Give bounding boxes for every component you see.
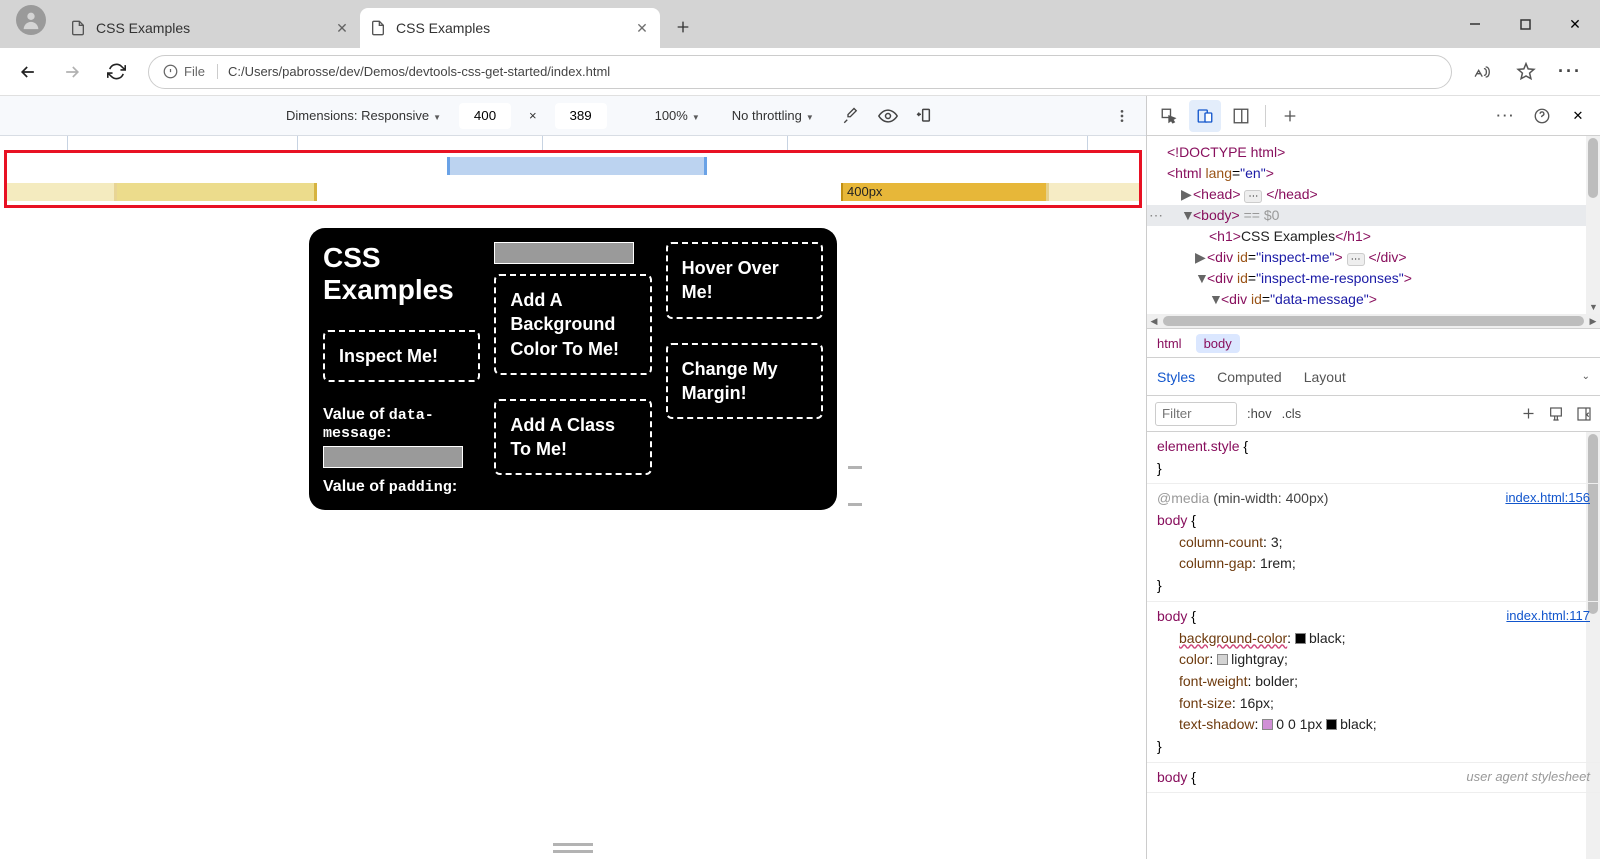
devtools-panel: ··· ✕ ▲▼ <!DOCTYPE html> <html lang="en"…: [1146, 96, 1600, 859]
computed-sidebar-icon[interactable]: [1576, 406, 1592, 422]
throttling-dropdown[interactable]: No throttling: [732, 108, 814, 123]
refresh-button[interactable]: [96, 52, 136, 92]
rule-source-link[interactable]: index.html:156: [1505, 488, 1590, 508]
eyedropper-icon[interactable]: [842, 107, 860, 125]
device-toggle-icon[interactable]: [1189, 100, 1221, 132]
padding-input[interactable]: [494, 242, 634, 264]
devtools-help-icon[interactable]: [1526, 100, 1558, 132]
box-margin[interactable]: Change My Margin!: [666, 343, 823, 420]
devtools-tabbar: ··· ✕: [1147, 96, 1600, 136]
viewport-resize-handle-bottom[interactable]: [553, 843, 593, 853]
styles-subtabs: Styles Computed Layout ⌄: [1147, 358, 1600, 396]
rendered-page: CSS Examples Inspect Me! Value of data-m…: [309, 228, 837, 510]
device-viewport-wrap: CSS Examples Inspect Me! Value of data-m…: [0, 216, 1146, 859]
browser-tab-1[interactable]: CSS Examples ✕: [60, 8, 360, 48]
styles-filter-input[interactable]: [1155, 402, 1237, 426]
close-tab-icon[interactable]: ✕: [634, 20, 650, 36]
omnibox[interactable]: File C:/Users/pabrosse/dev/Demos/devtool…: [148, 55, 1452, 89]
close-window-button[interactable]: ✕: [1550, 0, 1600, 48]
device-toolbar-menu-icon[interactable]: [1114, 108, 1130, 124]
box-add-class[interactable]: Add A Class To Me!: [494, 399, 651, 476]
dimensions-dropdown[interactable]: Dimensions: Responsive: [286, 108, 441, 123]
styles-overflow-icon[interactable]: ⌄: [1582, 371, 1590, 382]
settings-menu-icon[interactable]: ···: [1552, 54, 1588, 90]
rotate-icon[interactable]: [916, 106, 936, 126]
dom-vertical-scrollbar[interactable]: ▲▼: [1586, 136, 1600, 314]
tab-title: CSS Examples: [96, 20, 190, 36]
devtools-close-icon[interactable]: ✕: [1562, 100, 1594, 132]
elements-dom-tree[interactable]: ▲▼ <!DOCTYPE html> <html lang="en"> ▶<he…: [1147, 136, 1600, 314]
maximize-button[interactable]: [1500, 0, 1550, 48]
new-style-rule-icon[interactable]: [1521, 406, 1536, 421]
rule-source-ua: user agent stylesheet: [1466, 767, 1590, 787]
close-tab-icon[interactable]: ✕: [334, 20, 350, 36]
box-bg-color[interactable]: Add A Background Color To Me!: [494, 274, 651, 375]
devtools-more-icon[interactable]: ···: [1490, 100, 1522, 132]
new-tab-button[interactable]: [666, 10, 700, 44]
device-toolbar: Dimensions: Responsive × 100% No throttl…: [0, 96, 1146, 136]
rule-source-link[interactable]: index.html:117: [1506, 606, 1590, 626]
cls-toggle[interactable]: .cls: [1282, 406, 1302, 421]
box-hover[interactable]: Hover Over Me!: [666, 242, 823, 319]
panel-layout-icon[interactable]: [1225, 100, 1257, 132]
dom-breadcrumbs[interactable]: html body: [1147, 328, 1600, 358]
window-controls: ✕: [1450, 0, 1600, 48]
rule-body-media[interactable]: index.html:156 @media (min-width: 400px)…: [1147, 484, 1600, 601]
favorites-icon[interactable]: [1508, 54, 1544, 90]
crumb-html[interactable]: html: [1157, 336, 1182, 351]
viewport-ruler-ticks: [7, 136, 1139, 150]
address-bar: File C:/Users/pabrosse/dev/Demos/devtool…: [0, 48, 1600, 96]
data-message-input[interactable]: [323, 446, 463, 468]
url-text: C:/Users/pabrosse/dev/Demos/devtools-css…: [228, 64, 610, 79]
dom-horizontal-scrollbar[interactable]: ◀▶: [1147, 314, 1600, 328]
mq-row-maxwidth[interactable]: [7, 153, 1139, 179]
mq-row-minwidth[interactable]: 400px: [7, 179, 1139, 205]
page-title: CSS Examples: [323, 242, 480, 306]
tab-title: CSS Examples: [396, 20, 490, 36]
crumb-body[interactable]: body: [1196, 334, 1240, 353]
mq-breakpoint-label: 400px: [847, 183, 882, 201]
styles-toolbar: :hov .cls: [1147, 396, 1600, 432]
dimensions-times: ×: [529, 108, 537, 123]
visibility-icon[interactable]: [878, 106, 898, 126]
viewport-resize-handle-right[interactable]: [848, 466, 862, 506]
box-inspect-me[interactable]: Inspect Me!: [323, 330, 480, 382]
tab-strip: CSS Examples ✕ CSS Examples ✕: [60, 0, 706, 48]
profile-icon[interactable]: [16, 5, 46, 35]
browser-tab-2[interactable]: CSS Examples ✕: [360, 8, 660, 48]
read-aloud-icon[interactable]: [1464, 54, 1500, 90]
zoom-dropdown[interactable]: 100%: [655, 108, 700, 123]
viewport-height-input[interactable]: [555, 103, 607, 129]
url-scheme-pill: File: [163, 64, 218, 79]
minimize-button[interactable]: [1450, 0, 1500, 48]
tab-layout[interactable]: Layout: [1304, 369, 1346, 385]
forward-button[interactable]: [52, 52, 92, 92]
tab-computed[interactable]: Computed: [1217, 369, 1282, 385]
flexbox-editor-icon[interactable]: [1548, 406, 1564, 422]
hov-toggle[interactable]: :hov: [1247, 406, 1272, 421]
styles-rules[interactable]: element.style { } index.html:156 @media …: [1147, 432, 1600, 859]
window-titlebar: CSS Examples ✕ CSS Examples ✕ ✕: [0, 0, 1600, 48]
rule-element-style[interactable]: element.style { }: [1147, 432, 1600, 484]
inspect-element-icon[interactable]: [1153, 100, 1185, 132]
viewport-width-input[interactable]: [459, 103, 511, 129]
rule-body-ua[interactable]: user agent stylesheet body {: [1147, 763, 1600, 794]
tab-styles[interactable]: Styles: [1157, 369, 1195, 385]
add-panel-icon[interactable]: [1274, 100, 1306, 132]
rule-body-base[interactable]: index.html:117 body { background-color: …: [1147, 602, 1600, 763]
content-pane: Dimensions: Responsive × 100% No throttl…: [0, 96, 1146, 859]
back-button[interactable]: [8, 52, 48, 92]
media-query-ruler: 400px: [4, 150, 1142, 208]
